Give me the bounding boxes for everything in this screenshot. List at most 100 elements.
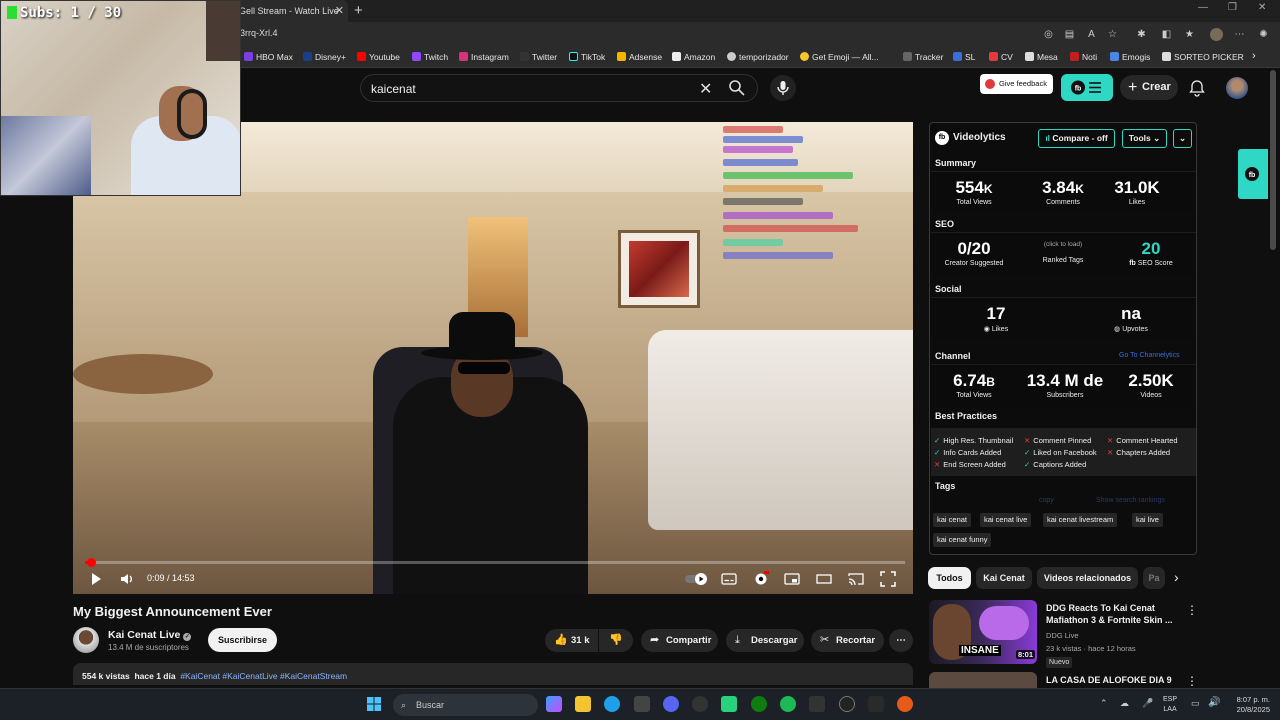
copilot-app-icon[interactable]: [546, 696, 562, 712]
chip-partial[interactable]: Pa: [1143, 567, 1165, 589]
clear-search-icon[interactable]: ✕: [699, 79, 712, 99]
reader-icon[interactable]: ▤: [1063, 28, 1076, 41]
microphone-tray-icon[interactable]: 🎤: [1142, 698, 1153, 709]
app-icon[interactable]: [897, 696, 913, 712]
notifications-bell-icon[interactable]: [1188, 79, 1206, 97]
app-icon[interactable]: [692, 696, 708, 712]
bookmark-instagram[interactable]: Instagram: [459, 52, 509, 62]
like-button[interactable]: 👍 31 k: [545, 629, 598, 652]
bookmarks-more-chevron-icon[interactable]: ›: [1252, 50, 1256, 62]
chips-next-chevron-icon[interactable]: ›: [1174, 569, 1179, 585]
fullscreen-icon[interactable]: [880, 571, 896, 587]
miniplayer-icon[interactable]: [784, 571, 800, 587]
xbox-icon[interactable]: [751, 696, 767, 712]
volume-tray-icon[interactable]: 🔊: [1208, 697, 1220, 708]
recommendation-menu-icon[interactable]: ⋮: [1186, 603, 1198, 617]
collapse-panel-button[interactable]: ⌄: [1173, 129, 1192, 148]
bookmark-disney[interactable]: Disney+: [303, 52, 346, 62]
subscribe-button[interactable]: Suscribirse: [208, 628, 277, 652]
recommendation-title[interactable]: LA CASA DE ALOFOKE DIA 9: [1046, 674, 1176, 686]
chatgpt-icon[interactable]: [839, 696, 855, 712]
bookmark-temporizador[interactable]: temporizador: [727, 52, 789, 62]
search-icon[interactable]: [727, 78, 747, 98]
page-scrollbar[interactable]: [1270, 70, 1276, 250]
close-window-icon[interactable]: ✕: [1258, 2, 1266, 13]
search-input[interactable]: kaicenat: [371, 82, 416, 96]
autoplay-toggle-icon[interactable]: [684, 571, 710, 587]
profile-icon[interactable]: [1210, 28, 1223, 41]
tag-chip[interactable]: kai cenat livestream: [1043, 513, 1118, 527]
bookmark-noti[interactable]: Noti: [1070, 52, 1097, 62]
progress-scrubber-handle[interactable]: [87, 558, 96, 567]
edge-browser-icon[interactable]: [604, 696, 620, 712]
give-feedback-button[interactable]: Give feedback: [980, 74, 1053, 94]
file-explorer-icon[interactable]: [575, 696, 591, 712]
play-icon[interactable]: [88, 571, 104, 587]
voice-search-button[interactable]: [770, 75, 796, 101]
new-tab-icon[interactable]: +: [354, 0, 363, 22]
dislike-button[interactable]: 👎: [599, 629, 633, 652]
favorite-star-icon[interactable]: ☆: [1106, 28, 1119, 41]
compare-button[interactable]: ıl Compare - off: [1038, 129, 1115, 148]
tag-chip[interactable]: kai cenat funny: [933, 533, 992, 547]
clip-button[interactable]: ✂ Recortar: [811, 629, 884, 652]
description-hashtags[interactable]: #KaiCenat #KaiCenatLive #KaiCenatStream: [180, 671, 347, 681]
more-actions-button[interactable]: ⋯: [889, 629, 913, 652]
app-icon[interactable]: [721, 696, 737, 712]
recommendation-menu-icon[interactable]: ⋮: [1186, 674, 1198, 688]
go-to-channelytics-link[interactable]: Go To Channelytics: [1119, 352, 1180, 359]
share-button[interactable]: ➦ Compartir: [641, 629, 718, 652]
description-box[interactable]: 554 k vistas hace 1 día #KaiCenat #KaiCe…: [73, 663, 913, 685]
bookmark-emogis[interactable]: Emogis: [1110, 52, 1150, 62]
favorites-icon[interactable]: ★: [1183, 28, 1196, 41]
maximize-icon[interactable]: ❐: [1228, 2, 1237, 13]
language-indicator[interactable]: ESP LAA: [1163, 695, 1177, 715]
bookmark-tiktok[interactable]: TikTok: [569, 52, 605, 62]
url-field[interactable]: 3rrq-Xrl.4: [240, 28, 278, 38]
more-menu-icon[interactable]: ⋯: [1233, 28, 1246, 41]
bookmark-twitter[interactable]: Twitter: [520, 52, 557, 62]
chip-related-videos[interactable]: Videos relacionados: [1037, 567, 1138, 589]
bookmark-youtube[interactable]: Youtube: [357, 52, 400, 62]
bookmark-sl[interactable]: SL: [953, 52, 975, 62]
network-icon[interactable]: ▭: [1191, 698, 1200, 709]
create-button[interactable]: + Crear: [1120, 75, 1178, 100]
taskbar-search[interactable]: ⌕ Buscar: [393, 694, 538, 716]
cloud-icon[interactable]: ☁: [1120, 698, 1129, 709]
extensions-icon[interactable]: ✱: [1135, 28, 1148, 41]
windows-start-icon[interactable]: [366, 696, 382, 712]
channel-name[interactable]: Kai Cenat Live ✓: [108, 629, 192, 641]
bookmark-cv[interactable]: CV: [989, 52, 1013, 62]
recommendation-channel[interactable]: DDG Live: [1046, 631, 1079, 640]
bookmark-tracker[interactable]: Tracker: [903, 52, 944, 62]
tag-chip[interactable]: kai live: [1132, 513, 1163, 527]
settings-gear-icon[interactable]: [753, 571, 769, 587]
read-aloud-icon[interactable]: A: [1085, 28, 1098, 41]
chip-kai-cenat[interactable]: Kai Cenat: [976, 567, 1032, 589]
bookmark-amazon[interactable]: Amazon: [672, 52, 715, 62]
volume-icon[interactable]: [119, 571, 135, 587]
spotify-icon[interactable]: [780, 696, 796, 712]
tray-chevron-icon[interactable]: ⌃: [1100, 698, 1108, 709]
bookmark-adsense[interactable]: Adsense: [617, 52, 662, 62]
channel-avatar[interactable]: [73, 627, 99, 653]
split-screen-icon[interactable]: ◧: [1160, 28, 1173, 41]
videolytics-toggle-button[interactable]: fb: [1061, 74, 1113, 101]
discord-icon[interactable]: [663, 696, 679, 712]
store-icon[interactable]: [634, 696, 650, 712]
bookmark-hbo[interactable]: HBO Max: [244, 52, 293, 62]
videolytics-side-tab[interactable]: fb: [1238, 149, 1268, 199]
tag-chip[interactable]: kai cenat live: [980, 513, 1032, 527]
browser-tab[interactable]: Gell Stream - Watch Live ✕: [232, 0, 348, 22]
cast-icon[interactable]: [848, 571, 864, 587]
bookmark-get-emoji[interactable]: Get Emoji — All...: [800, 52, 879, 62]
theater-mode-icon[interactable]: [816, 571, 832, 587]
minimize-icon[interactable]: —: [1198, 2, 1208, 13]
tag-chip[interactable]: kai cenat: [933, 513, 972, 527]
copilot-icon[interactable]: ✺: [1257, 28, 1270, 41]
search-box[interactable]: kaicenat ✕: [360, 74, 758, 102]
epic-games-icon[interactable]: [868, 696, 884, 712]
tools-dropdown[interactable]: Tools ⌄: [1122, 129, 1167, 148]
app-icon[interactable]: [809, 696, 825, 712]
subtitles-icon[interactable]: [721, 571, 737, 587]
